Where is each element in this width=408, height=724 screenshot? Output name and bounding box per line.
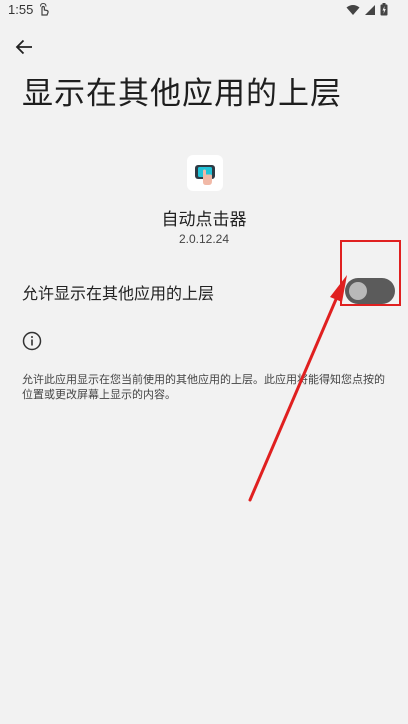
touch-icon (40, 2, 49, 16)
battery-icon (380, 3, 388, 16)
arrow-left-icon (15, 39, 32, 55)
info-description: 允许此应用显示在您当前使用的其他应用的上层。此应用将能得知您点按的位置或更改屏幕… (22, 373, 385, 401)
page-title: 显示在其他应用的上层 (22, 76, 342, 112)
auto-clicker-icon (195, 165, 215, 185)
annotation-highlight-box (340, 240, 401, 306)
status-icons (346, 3, 388, 16)
status-bar: 1:55 (0, 0, 408, 20)
status-time: 1:55 (8, 2, 34, 17)
back-button[interactable] (10, 33, 38, 61)
app-name: 自动点击器 (161, 210, 247, 230)
wifi-icon (346, 4, 360, 15)
signal-icon (365, 4, 375, 15)
app-icon (187, 155, 223, 191)
info-icon (22, 331, 42, 351)
overlay-permission-label: 允许显示在其他应用的上层 (22, 284, 215, 303)
